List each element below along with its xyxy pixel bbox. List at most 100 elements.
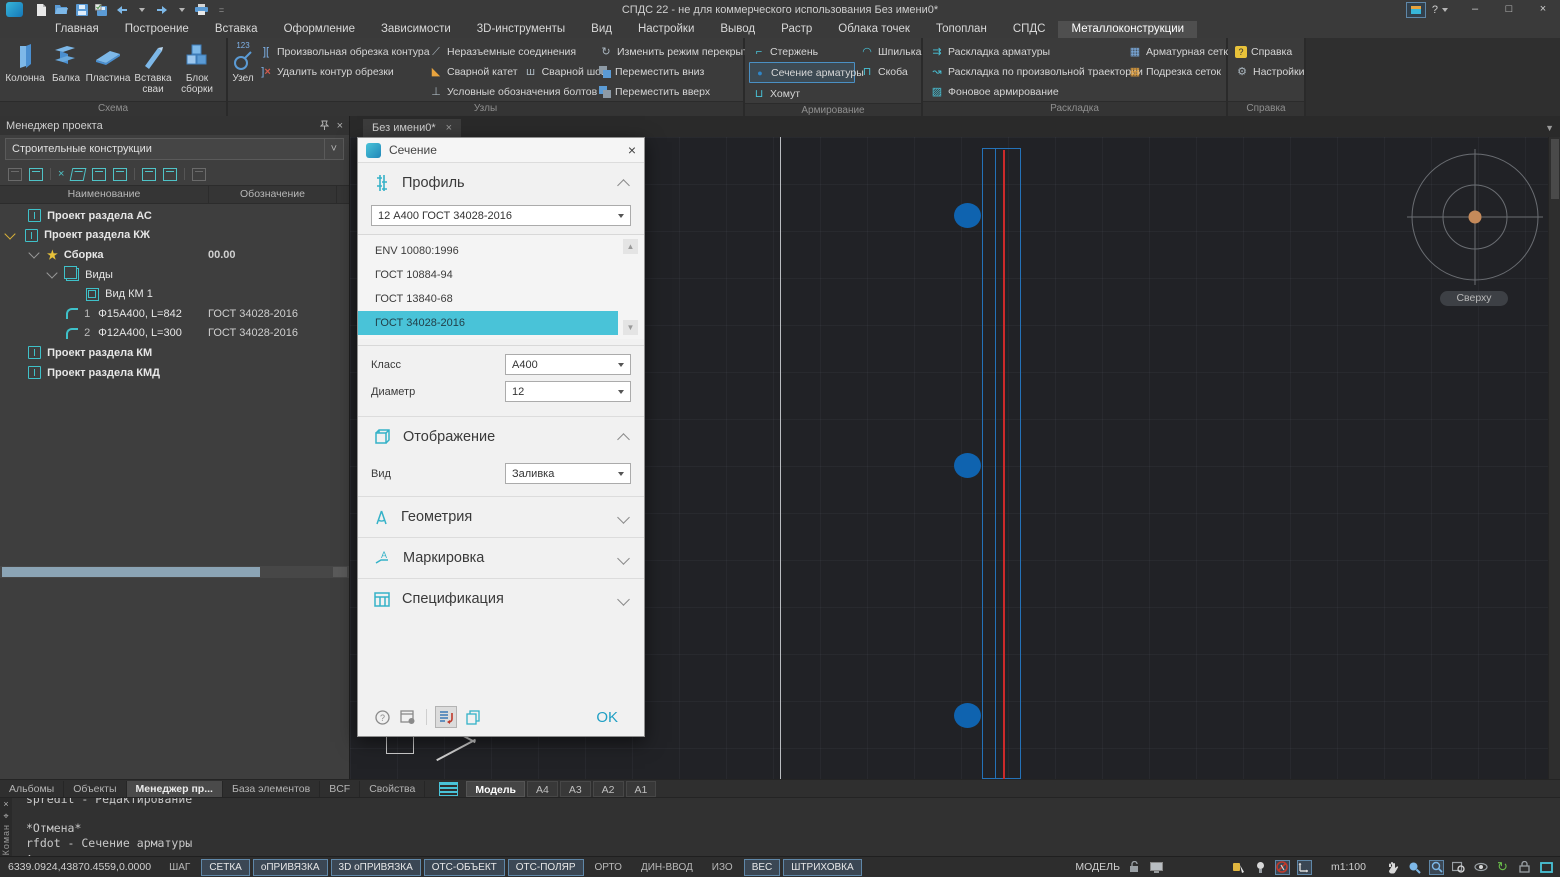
help-menu[interactable]: ? [1432, 4, 1438, 16]
kolonna-button[interactable]: Колонна [4, 40, 46, 85]
view-direction-label[interactable]: Сверху [1440, 291, 1508, 306]
uzel-button[interactable]: 123 Узел [232, 40, 254, 85]
ui-lock-icon[interactable] [1517, 860, 1532, 875]
redo-icon[interactable] [155, 4, 168, 16]
raskladka-traektoriya-button[interactable]: ↝Раскладка по произвольной траектории [927, 62, 1123, 81]
doc-tabs-menu-icon[interactable]: ▼ [1545, 123, 1554, 137]
balka-button[interactable]: Балка [48, 40, 84, 85]
dialog-title-bar[interactable]: Сечение × [358, 138, 644, 162]
skoba-button[interactable]: ⊓Скоба [857, 62, 919, 81]
command-history[interactable]: spredit - Редактирование *Отмена* rfdot … [12, 798, 1560, 856]
command-panel-pin-icon[interactable]: ⌖ [3, 812, 8, 821]
copy-properties-icon[interactable] [463, 707, 483, 727]
tab-glavnaya[interactable]: Главная [42, 21, 112, 38]
panel-tab-svoystva[interactable]: Свойства [360, 781, 425, 797]
zoom-realtime-icon[interactable] [1407, 860, 1422, 875]
standards-list[interactable]: ENV 10080:1996 ГОСТ 10884-94 ГОСТ 13840-… [358, 234, 644, 339]
open-file-icon[interactable] [55, 4, 68, 16]
tab-close-icon[interactable]: × [446, 122, 452, 134]
toggle-orto[interactable]: ОРТО [587, 859, 630, 876]
podrezka-setok-button[interactable]: ▦Подрезка сеток [1125, 62, 1225, 81]
column-outline[interactable] [982, 148, 1021, 779]
pan-hand-icon[interactable] [1385, 860, 1400, 875]
fonovoe-armirovanie-button[interactable]: ▨Фоновое армирование [927, 82, 1123, 101]
list-item[interactable]: ГОСТ 13840-68 [358, 287, 618, 311]
dialog-settings-icon[interactable] [398, 707, 418, 727]
expand-chevron-icon[interactable] [4, 228, 15, 239]
delete-icon[interactable]: × [58, 168, 64, 180]
tab-oformlenie[interactable]: Оформление [271, 21, 368, 38]
shpilka-button[interactable]: ◠Шпилька [857, 42, 919, 61]
section-header-display[interactable]: Отображение [358, 416, 644, 457]
panel-tab-obekty[interactable]: Объекты [64, 781, 126, 797]
oboznacheniya-boltov-button[interactable]: ⊥Условные обозначения болтов [426, 82, 594, 101]
edit-document-icon[interactable] [142, 168, 156, 181]
canvas-scrollbar[interactable] [1548, 137, 1560, 779]
nerazemnye-soedineniya-button[interactable]: ⟋Неразъемные соединения [426, 42, 594, 61]
rebar-section-dot[interactable] [954, 453, 981, 478]
panel-tab-menedzher[interactable]: Менеджер пр... [127, 781, 223, 797]
print-icon[interactable] [195, 4, 208, 16]
tree-item-proekt-as[interactable]: Проект раздела АС [0, 206, 349, 226]
command-panel-close-icon[interactable]: × [3, 800, 8, 809]
toggle-3d-oprivyazka[interactable]: 3D оПРИВЯЗКА [331, 859, 421, 876]
paste-icon[interactable] [113, 168, 127, 181]
specification-icon[interactable] [163, 168, 177, 181]
toggle-ots-obekt[interactable]: ОТС-ОБЪЕКТ [424, 859, 505, 876]
scrollbar-thumb[interactable] [1551, 139, 1559, 199]
rebar-section-dot[interactable] [954, 203, 981, 228]
open-window-icon[interactable] [29, 168, 43, 181]
tab-spds[interactable]: СПДС [1000, 21, 1059, 38]
lighting-icon[interactable] [1231, 860, 1246, 875]
peremestit-vverh-button[interactable]: Переместить вверх [596, 82, 754, 101]
profile-select[interactable]: 12 А400 ГОСТ 34028-2016 [371, 205, 631, 226]
diameter-select[interactable]: 12 [505, 381, 631, 402]
toggle-ots-polyar[interactable]: ОТС-ПОЛЯР [508, 859, 584, 876]
tree-item-rebar-2[interactable]: 2Φ12А400, L=300 ГОСТ 34028-2016 [0, 324, 349, 344]
blok-sborki-button[interactable]: Блок сборки [176, 40, 218, 95]
tree-item-rebar-1[interactable]: 1Φ15А400, L=842 ГОСТ 34028-2016 [0, 304, 349, 324]
collapse-chevron-icon[interactable] [617, 433, 630, 446]
selection-cycling-icon[interactable] [1275, 860, 1290, 875]
tree-item-vid-km-1[interactable]: Вид КМ 1 [0, 284, 349, 304]
izmenit-rezhim-button[interactable]: ↻Изменить режим перекрытия [596, 42, 754, 61]
tab-zavisimosti[interactable]: Зависимости [368, 21, 464, 38]
view-select[interactable]: Заливка [505, 463, 631, 484]
rebar-section-dot[interactable] [954, 703, 981, 728]
expand-chevron-icon[interactable] [617, 593, 630, 606]
tree-item-vidy[interactable]: Виды [0, 265, 349, 285]
display-settings-icon[interactable] [1149, 860, 1164, 875]
toggle-din-vvod[interactable]: ДИН-ВВОД [633, 859, 701, 876]
panel-tab-baza-elementov[interactable]: База элементов [223, 781, 320, 797]
column-name[interactable]: Наименование [0, 186, 209, 203]
tree-item-proekt-kzh[interactable]: Проект раздела КЖ [0, 226, 349, 246]
panel-close-icon[interactable]: × [337, 120, 343, 132]
section-header-geometry[interactable]: Геометрия [358, 496, 644, 537]
tab-vid[interactable]: Вид [578, 21, 625, 38]
scroll-up-icon[interactable]: ▲ [623, 239, 638, 254]
armaturnaya-setka-button[interactable]: ▦Арматурная сетка [1125, 42, 1225, 61]
copy-icon[interactable] [92, 168, 106, 181]
document-tab[interactable]: Без имени0* × [363, 119, 461, 137]
detach-icon[interactable] [70, 168, 87, 181]
tree-horizontal-scrollbar[interactable] [0, 566, 349, 578]
close-button[interactable]: × [1526, 0, 1560, 19]
tree-item-sborka[interactable]: ★ Сборка 00.00 [0, 245, 349, 265]
dialog-help-icon[interactable]: ? [372, 707, 392, 727]
save-all-icon[interactable] [95, 4, 108, 16]
vstavka-svai-button[interactable]: Вставка сваи [132, 40, 174, 95]
pin-icon[interactable] [320, 120, 329, 130]
tree-item-proekt-km[interactable]: Проект раздела КМ [0, 343, 349, 363]
tab-vstavka[interactable]: Вставка [202, 21, 271, 38]
model-space-label[interactable]: МОДЕЛЬ [1075, 861, 1120, 873]
minimize-button[interactable]: – [1458, 0, 1492, 19]
lock-open-icon[interactable] [1127, 860, 1142, 875]
save-icon[interactable] [75, 4, 88, 16]
sheet-tab-a2[interactable]: А2 [593, 781, 624, 797]
zoom-object-icon[interactable] [1451, 860, 1466, 875]
lamp-icon[interactable] [1253, 860, 1268, 875]
khomut-button[interactable]: ⊔Хомут [749, 84, 855, 103]
app-logo-icon[interactable] [6, 2, 23, 17]
raskladka-armatury-button[interactable]: ⇉Раскладка арматуры [927, 42, 1123, 61]
restore-button[interactable]: □ [1492, 0, 1526, 19]
